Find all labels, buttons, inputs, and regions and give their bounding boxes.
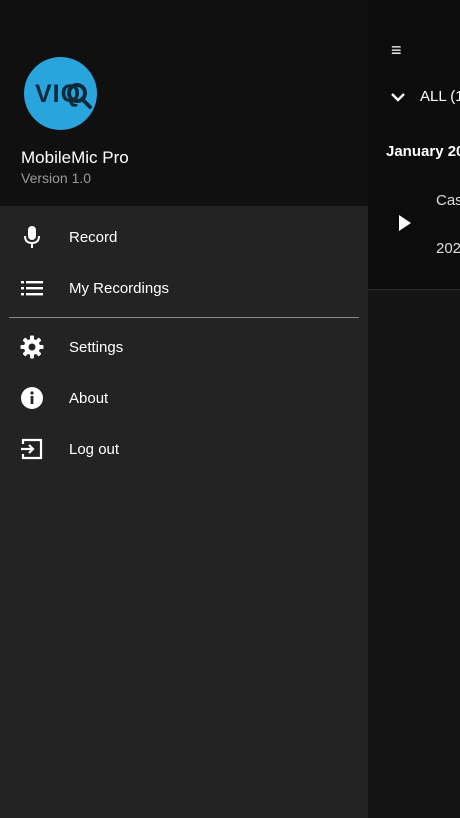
gear-icon xyxy=(20,335,44,359)
app-name: MobileMic Pro xyxy=(21,148,129,167)
menu-label-record: Record xyxy=(69,228,118,246)
info-icon xyxy=(20,386,44,410)
menu-item-log-out[interactable]: Log out xyxy=(0,424,368,474)
app-version: Version 1.0 xyxy=(21,170,92,186)
menu-label-settings: Settings xyxy=(69,338,124,356)
menu-label-my-recordings: My Recordings xyxy=(69,279,170,297)
menu-divider xyxy=(9,317,359,318)
filter-label: ALL (1 xyxy=(420,88,460,105)
list-divider xyxy=(368,289,460,290)
viq-logo: VIQ xyxy=(24,57,97,130)
chevron-down-icon xyxy=(391,92,405,102)
menu-label-log-out: Log out xyxy=(69,440,120,458)
menu-label-about: About xyxy=(69,389,109,407)
recording-date: 202 xyxy=(436,240,460,257)
navigation-drawer: VIQ MobileMic Pro Version 1.0 Record My … xyxy=(0,0,368,818)
menu-item-record[interactable]: Record xyxy=(0,212,368,262)
play-icon[interactable] xyxy=(397,214,413,232)
menu-item-settings[interactable]: Settings xyxy=(0,322,368,372)
menu-item-my-recordings[interactable]: My Recordings xyxy=(0,263,368,313)
hamburger-menu-icon[interactable]: ≡ xyxy=(391,40,402,61)
recording-title[interactable]: Cas xyxy=(436,192,460,209)
menu-item-about[interactable]: About xyxy=(0,373,368,423)
filter-dropdown[interactable]: ALL (1 xyxy=(390,88,460,105)
logout-icon xyxy=(20,437,44,461)
list-icon xyxy=(20,276,44,300)
drawer-header: VIQ MobileMic Pro Version 1.0 xyxy=(0,0,368,206)
date-header: January 20 xyxy=(386,143,460,160)
microphone-icon xyxy=(20,225,44,249)
magnifier-icon xyxy=(67,83,92,109)
